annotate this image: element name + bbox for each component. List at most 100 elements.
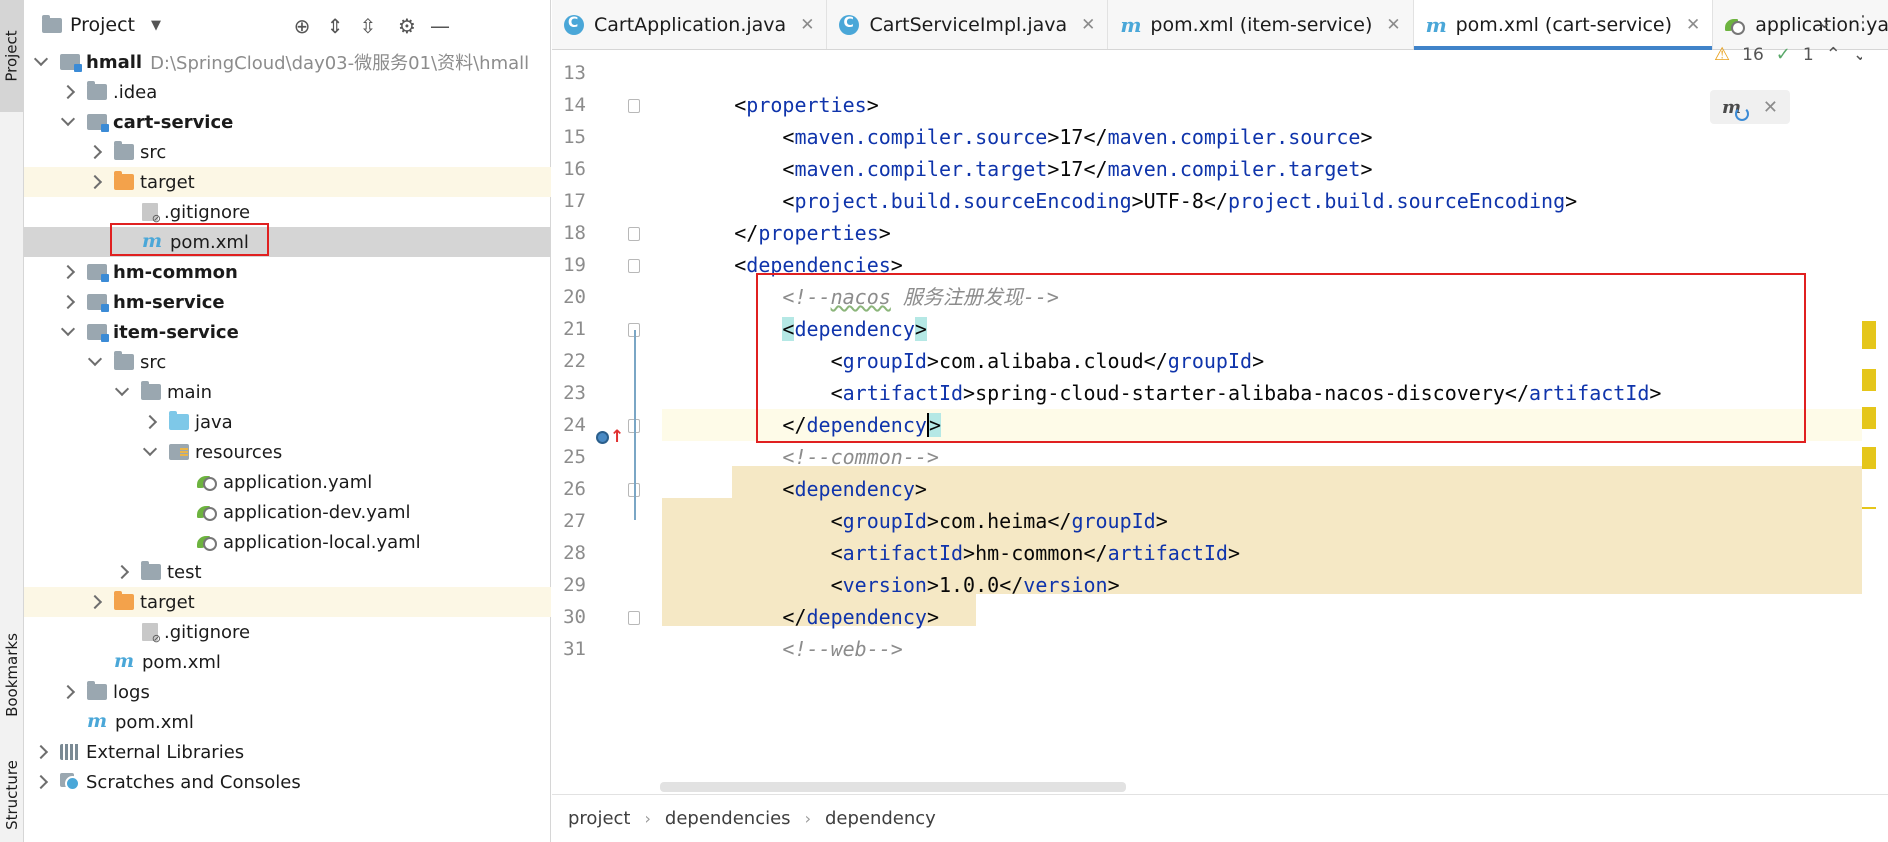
fold-marker[interactable]: [628, 259, 640, 273]
folder-icon: [114, 351, 134, 370]
excluded-folder-icon: [114, 171, 134, 190]
chevron-down-icon[interactable]: [33, 51, 49, 67]
chevron-right-icon[interactable]: [142, 414, 158, 430]
change-mark[interactable]: [1862, 507, 1876, 509]
tab-label: pom.xml (item-service): [1150, 13, 1373, 36]
code-line-31: <!--web-->: [662, 633, 1862, 665]
chevron-right-icon[interactable]: [114, 564, 130, 580]
tree-item-gitignore[interactable]: .gitignore: [24, 197, 551, 227]
line-number: 24: [563, 414, 586, 436]
code-line-25: <!--common-->: [662, 441, 1862, 473]
breadcrumb-item[interactable]: dependency: [825, 808, 936, 829]
breadcrumb-item[interactable]: project: [568, 808, 630, 829]
tree-item-hmall[interactable]: hmall D:\SpringCloud\day03-微服务01\资料\hmal…: [24, 47, 551, 77]
tree-item-label: .gitignore: [164, 621, 251, 643]
tree-item-logs[interactable]: logs: [24, 677, 551, 707]
tree-item-application-local-yaml[interactable]: application-local.yaml: [24, 527, 551, 557]
tree-item-gitignore[interactable]: .gitignore: [24, 617, 551, 647]
tree-item-idea[interactable]: .idea: [24, 77, 551, 107]
line-number: 25: [563, 446, 586, 468]
implemented-up-icon[interactable]: ↑: [596, 427, 624, 449]
chevron-right-icon[interactable]: [87, 144, 103, 160]
close-icon[interactable]: ✕: [1386, 15, 1400, 35]
more-icon[interactable]: ⋮: [1854, 12, 1872, 33]
tab-cart-service-impl[interactable]: CartServiceImpl.java ✕: [827, 0, 1109, 49]
chevron-down-icon[interactable]: [87, 351, 103, 367]
tree-item-resources[interactable]: resources: [24, 437, 551, 467]
inspection-widget[interactable]: ⚠ 16 ✓ 1 ⌃ ⌄: [1714, 44, 1868, 65]
tab-pom-item-service[interactable]: m pom.xml (item-service) ✕: [1108, 0, 1414, 49]
tab-pom-cart-service[interactable]: m pom.xml (cart-service) ✕: [1413, 0, 1714, 50]
horizontal-scrollbar[interactable]: [660, 782, 1126, 792]
change-mark[interactable]: [1862, 447, 1876, 469]
xml-tag: maven.compiler.source: [794, 125, 1048, 149]
tree-item-src[interactable]: src: [24, 137, 551, 167]
line-number: 26: [563, 478, 586, 500]
tree-item-cart-service[interactable]: cart-service: [24, 107, 551, 137]
highlight-box: [110, 223, 269, 256]
tree-item-external-libraries[interactable]: External Libraries: [24, 737, 551, 767]
xml-tag: version: [842, 573, 927, 597]
breadcrumb-item[interactable]: dependencies: [665, 808, 791, 829]
close-icon[interactable]: ✕: [1686, 15, 1700, 35]
hide-icon[interactable]: —: [428, 14, 452, 38]
tree-item-label: target: [140, 591, 195, 613]
code-line-18: </properties>: [734, 221, 891, 245]
warning-count: 16: [1742, 44, 1764, 65]
tree-item-java[interactable]: java: [24, 407, 551, 437]
tree-item-main[interactable]: main: [24, 377, 551, 407]
fold-marker[interactable]: [628, 227, 640, 241]
tree-item-application-dev-yaml[interactable]: application-dev.yaml: [24, 497, 551, 527]
tree-item-pom-xml[interactable]: m pom.xml: [24, 647, 551, 677]
chevron-right-icon[interactable]: [33, 744, 49, 760]
project-tool-tab[interactable]: Project: [0, 0, 24, 112]
tree-item-test[interactable]: test: [24, 557, 551, 587]
fold-marker[interactable]: [628, 99, 640, 113]
chevron-down-icon[interactable]: [60, 111, 76, 127]
chevron-right-icon[interactable]: [60, 264, 76, 280]
chevron-right-icon[interactable]: [87, 174, 103, 190]
tree-item-target[interactable]: target: [24, 587, 551, 617]
chevron-right-icon[interactable]: [33, 774, 49, 790]
close-icon[interactable]: ✕: [1081, 15, 1095, 35]
tree-item-hm-service[interactable]: hm-service: [24, 287, 551, 317]
change-mark[interactable]: [1862, 407, 1876, 429]
chevron-right-icon[interactable]: [60, 84, 76, 100]
chevron-down-icon[interactable]: [60, 321, 76, 337]
chevron-right-icon[interactable]: [60, 294, 76, 310]
close-icon[interactable]: ✕: [800, 15, 814, 35]
tab-cart-application[interactable]: CartApplication.java ✕: [552, 0, 828, 49]
chevron-right-icon[interactable]: [87, 594, 103, 610]
error-stripe[interactable]: [1862, 51, 1888, 791]
tree-item-scratches[interactable]: Scratches and Consoles: [24, 767, 551, 797]
change-mark[interactable]: [1862, 321, 1876, 349]
chevron-right-icon[interactable]: [60, 684, 76, 700]
structure-tool-tab[interactable]: Structure: [0, 755, 24, 835]
expand-all-icon[interactable]: ⇕: [323, 14, 347, 38]
tree-item-application-yaml[interactable]: application.yaml: [24, 467, 551, 497]
bookmarks-tool-tab[interactable]: Bookmarks: [0, 615, 24, 735]
project-view-selector[interactable]: Project ▼: [42, 14, 161, 36]
maven-reload-button[interactable]: m ✕: [1710, 90, 1790, 124]
locate-icon[interactable]: ⊕: [290, 14, 314, 38]
change-mark[interactable]: [1862, 369, 1876, 391]
collapse-all-icon[interactable]: ⇳: [356, 14, 380, 38]
close-icon[interactable]: ✕: [1763, 97, 1778, 118]
chevron-down-icon[interactable]: ⌄: [1817, 12, 1832, 33]
chevron-down-icon: ▼: [151, 17, 162, 33]
tree-item-hm-common[interactable]: hm-common: [24, 257, 551, 287]
project-panel-title: Project: [70, 14, 136, 36]
fold-marker[interactable]: [628, 611, 640, 625]
tree-item-item-service[interactable]: item-service: [24, 317, 551, 347]
tree-item-src[interactable]: src: [24, 347, 551, 377]
maven-file-icon: m: [1425, 12, 1447, 37]
chevron-up-icon[interactable]: ⌃: [1826, 44, 1841, 65]
gear-icon[interactable]: ⚙: [395, 14, 419, 38]
source-folder-icon: [169, 411, 189, 430]
tree-item-pom-xml[interactable]: m pom.xml: [24, 707, 551, 737]
tab-label: pom.xml (cart-service): [1455, 13, 1673, 36]
chevron-down-icon[interactable]: [114, 381, 130, 397]
chevron-down-icon[interactable]: [142, 441, 158, 457]
tree-item-pom-xml[interactable]: m pom.xml: [24, 227, 551, 257]
tree-item-target[interactable]: target: [24, 167, 551, 197]
